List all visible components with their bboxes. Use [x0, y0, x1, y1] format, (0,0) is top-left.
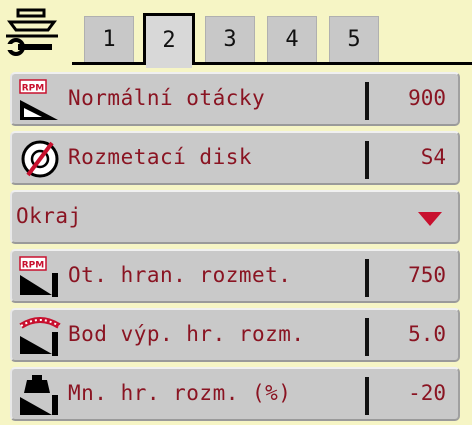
row-value: 5.0 [408, 322, 446, 346]
border-quantity-icon [18, 373, 62, 417]
row-normal-rpm[interactable]: RPM Normální otácky 900 [10, 72, 460, 126]
separator [365, 82, 369, 120]
row-value: 900 [408, 86, 446, 110]
separator [365, 141, 369, 179]
row-value: 750 [408, 263, 446, 287]
settings-tools-icon[interactable] [4, 8, 60, 60]
border-mode-dropdown[interactable]: Okraj [10, 190, 460, 244]
tab-label: 3 [223, 27, 237, 52]
row-value: -20 [408, 381, 446, 405]
row-border-cutoff-point[interactable]: Bod výp. hr. rozm. 5.0 [10, 308, 460, 362]
tab-bar-underline [72, 62, 472, 65]
border-cutoff-point-icon [18, 314, 62, 358]
separator [365, 259, 369, 297]
row-label: Normální otácky [68, 86, 266, 110]
row-value: S4 [420, 145, 446, 169]
tab-label: 2 [162, 28, 176, 53]
separator [365, 318, 369, 356]
spreading-disc-icon [18, 137, 62, 181]
row-label: Ot. hran. rozmet. [68, 263, 292, 287]
chevron-down-icon[interactable] [418, 212, 442, 226]
top-bar: 1 2 3 4 5 [0, 0, 472, 68]
tab-1[interactable]: 1 [84, 16, 134, 62]
row-border-quantity[interactable]: Mn. hr. rozm. (%) -20 [10, 367, 460, 421]
tab-3[interactable]: 3 [205, 16, 255, 62]
dropdown-label: Okraj [16, 204, 82, 228]
row-border-rpm[interactable]: RPM Ot. hran. rozmet. 750 [10, 249, 460, 303]
rpm-ramp-icon: RPM [18, 78, 62, 122]
svg-text:RPM: RPM [22, 84, 45, 94]
tab-label: 4 [285, 27, 299, 52]
border-rpm-icon: RPM [18, 255, 62, 299]
row-spreading-disc[interactable]: Rozmetací disk S4 [10, 131, 460, 185]
row-label: Mn. hr. rozm. (%) [68, 381, 292, 405]
tab-4[interactable]: 4 [267, 16, 317, 62]
tab-label: 1 [102, 27, 116, 52]
tab-2[interactable]: 2 [143, 13, 195, 68]
row-label: Rozmetací disk [68, 145, 253, 169]
row-label: Bod výp. hr. rozm. [68, 322, 305, 346]
tab-5[interactable]: 5 [329, 16, 379, 62]
tab-label: 5 [347, 27, 361, 52]
svg-text:RPM: RPM [22, 261, 45, 271]
separator [365, 377, 369, 415]
